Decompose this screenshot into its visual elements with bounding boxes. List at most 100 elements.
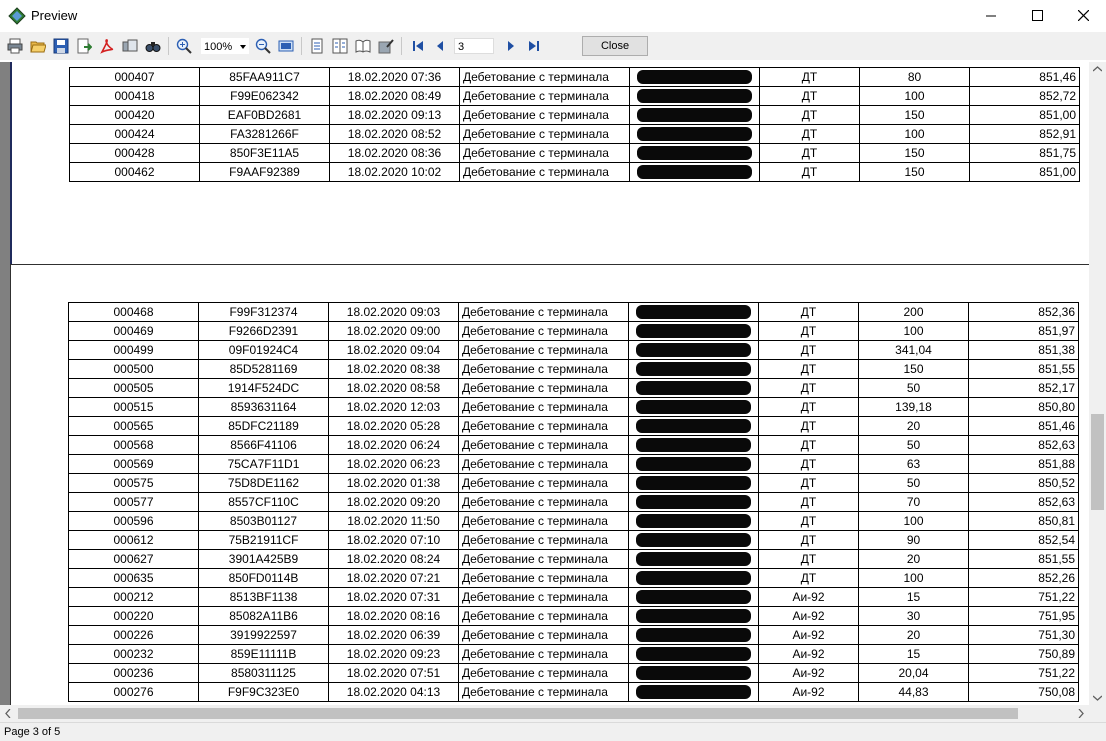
cell-fuel: ДТ [758,359,859,379]
cell-price: 851,00 [969,105,1080,125]
cell-operation: Дебетование с терминала [458,435,629,455]
cell-operation: Дебетование с терминала [459,124,630,144]
email-icon [122,39,138,52]
vertical-scroll-thumb[interactable] [1091,414,1104,510]
redaction-mark [636,685,751,699]
redacted-cell [628,549,759,569]
toolbar-separator [401,37,402,55]
next-page-button[interactable] [501,36,521,56]
redacted-cell [628,302,759,322]
cell-qty: 200 [858,302,969,322]
cell-price: 852,91 [969,124,1080,144]
toolbar: 100% 3 [0,32,1106,60]
cell-card: EAF0BD2681 [199,105,330,125]
cell-qty: 80 [859,67,970,87]
cell-datetime: 18.02.2020 06:24 [328,435,459,455]
print-button[interactable] [5,36,25,56]
cell-qty: 20 [858,416,969,436]
minimize-button[interactable] [968,0,1014,31]
zoom-out-button[interactable] [253,36,273,56]
table-row: 000565 85DFC21189 18.02.2020 05:28 Дебетова… [68,416,1079,436]
minimize-icon [986,15,996,16]
redaction-mark [636,647,751,661]
redaction-mark [636,495,751,509]
cell-datetime: 18.02.2020 09:20 [328,492,459,512]
redacted-cell [629,105,760,125]
close-window-button[interactable] [1060,0,1106,31]
save-button[interactable] [51,36,71,56]
cell-price: 851,46 [969,67,1080,87]
cell-operation: Дебетование с терминала [458,397,629,417]
cell-price: 850,81 [968,511,1079,531]
redaction-mark [637,165,752,179]
vertical-scrollbar[interactable] [1089,62,1106,705]
cell-qty: 30 [858,606,969,626]
book-view-button[interactable] [353,36,373,56]
fit-page-button[interactable] [276,36,296,56]
cell-fuel: ДТ [758,454,859,474]
cell-datetime: 18.02.2020 08:24 [328,549,459,569]
cell-id: 000276 [68,682,199,702]
cell-datetime: 18.02.2020 08:52 [329,124,460,144]
edit-button[interactable] [376,36,396,56]
cell-operation: Дебетование с терминала [458,663,629,683]
table-row: 000469 F9266D2391 18.02.2020 09:00 Дебетова… [68,321,1079,341]
cell-price: 850,80 [968,397,1079,417]
close-button[interactable]: Close [582,36,648,56]
report-table: 000468 F99F312374 18.02.2020 09:03 Дебетова… [68,302,1079,702]
cell-card: 3919922597 [198,625,329,645]
cell-operation: Дебетование с терминала [458,340,629,360]
cell-id: 000612 [68,530,199,550]
maximize-button[interactable] [1014,0,1060,31]
report-page: 000468 F99F312374 18.02.2020 09:03 Дебетова… [10,264,1089,705]
pdf-export-button[interactable] [97,36,117,56]
redacted-cell [629,67,760,87]
zoom-out-icon [255,38,271,54]
cell-id: 000577 [68,492,199,512]
cell-fuel: Аи-92 [758,644,859,664]
cell-card: 3901A425B9 [198,549,329,569]
redacted-cell [628,511,759,531]
export-button[interactable] [74,36,94,56]
table-row: 000407 85FAA911C7 18.02.2020 07:36 Дебетова… [69,67,1080,87]
cell-operation: Дебетование с терминала [458,473,629,493]
table-row: 000577 8557CF110C 18.02.2020 09:20 Дебетова… [68,492,1079,512]
redacted-cell [628,530,759,550]
email-button[interactable] [120,36,140,56]
cell-qty: 44,83 [858,682,969,702]
cell-fuel: ДТ [758,378,859,398]
cell-datetime: 18.02.2020 10:02 [329,162,460,182]
table-row: 000428 850F3E11A5 18.02.2020 08:36 Дебетова… [69,143,1080,163]
redaction-mark [636,514,751,528]
redacted-cell [628,340,759,360]
multi-page-icon [332,38,348,54]
preview-viewport[interactable]: 000407 85FAA911C7 18.02.2020 07:36 Дебетова… [0,62,1089,705]
page-number-input[interactable]: 3 [454,38,494,54]
redaction-mark [636,419,751,433]
cell-card: 75B21911CF [198,530,329,550]
horizontal-scroll-thumb[interactable] [18,708,1018,719]
prev-page-button[interactable] [430,36,450,56]
zoom-select[interactable]: 100% [201,38,249,54]
cell-card: 75D8DE1162 [198,473,329,493]
book-icon [355,39,371,53]
redaction-mark [637,89,752,103]
cell-qty: 100 [858,511,969,531]
horizontal-scrollbar[interactable] [0,705,1089,722]
open-icon [30,41,46,53]
first-page-button[interactable] [408,36,428,56]
multi-page-button[interactable] [330,36,350,56]
scroll-down-icon [1093,695,1102,701]
cell-qty: 15 [858,644,969,664]
redaction-mark [636,590,751,604]
open-button[interactable] [28,36,48,56]
find-button[interactable] [143,36,163,56]
zoom-in-button[interactable] [174,36,194,56]
cell-qty: 15 [858,587,969,607]
cell-fuel: ДТ [759,67,860,87]
save-icon [53,38,69,54]
single-page-button[interactable] [307,36,327,56]
cell-operation: Дебетование с терминала [459,105,630,125]
scroll-up-icon [1093,66,1102,72]
last-page-button[interactable] [524,36,544,56]
